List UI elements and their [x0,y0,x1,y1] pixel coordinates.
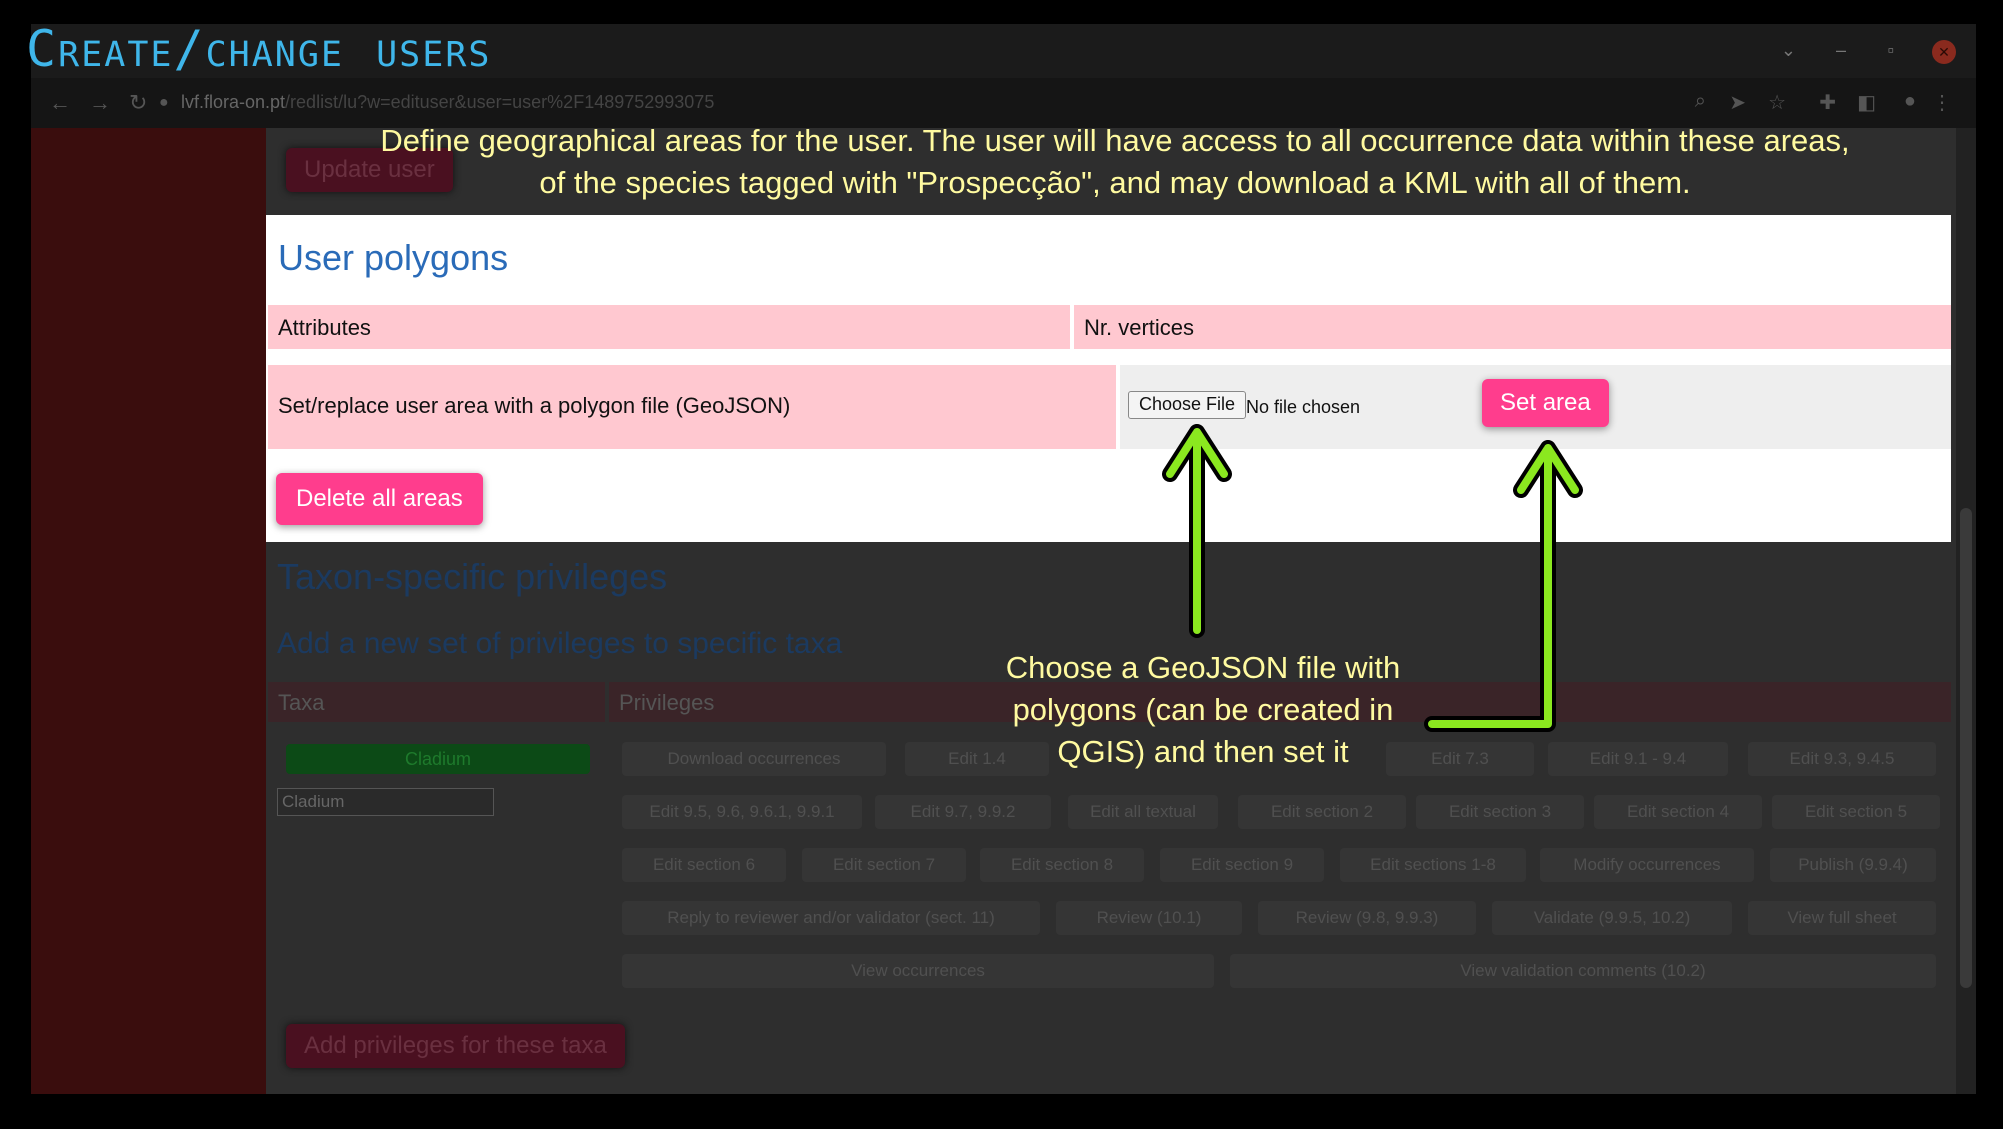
annotation-arrows [1162,424,1583,732]
frame-title: Create/change users [26,20,492,78]
arrow-to-set-area [1424,440,1583,732]
arrow-to-choose-file [1162,424,1232,638]
